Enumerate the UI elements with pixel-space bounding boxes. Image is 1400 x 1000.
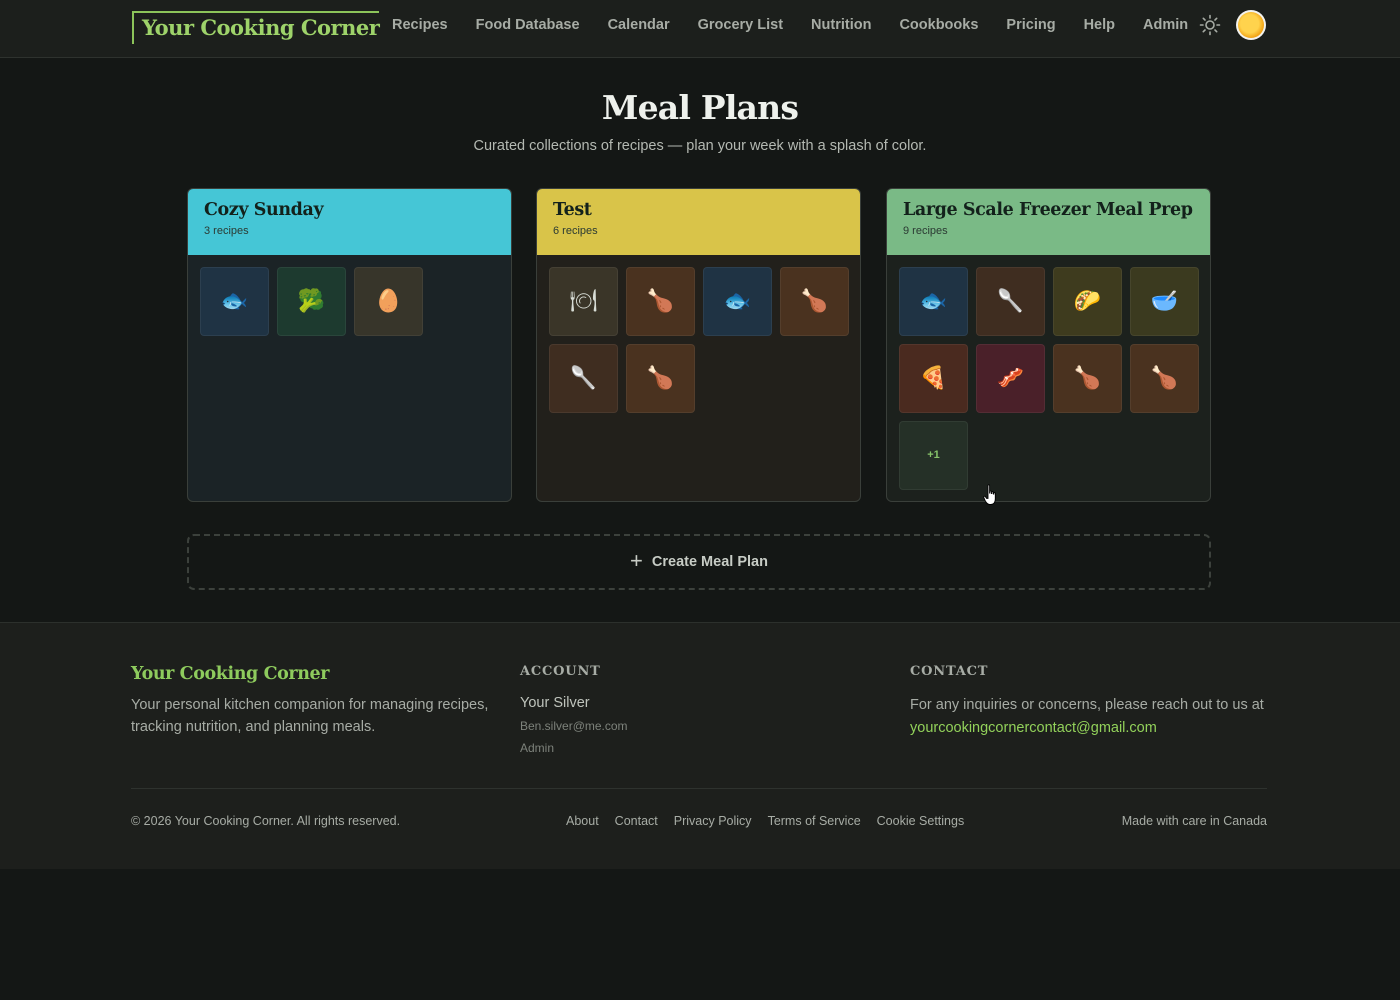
- meal-plan-title: Cozy Sunday: [204, 200, 324, 220]
- meal-plan-title: Large Scale Freezer Meal Prep: [903, 200, 1193, 220]
- fish-icon[interactable]: 🐟: [899, 267, 968, 336]
- page-title: Meal Plans: [601, 88, 799, 127]
- more-recipes-badge[interactable]: +1: [899, 421, 968, 490]
- footer-links: About Contact Privacy Policy Terms of Se…: [566, 814, 980, 828]
- meal-plan-recipe-count: 9 recipes: [903, 225, 948, 237]
- spoon-icon[interactable]: 🥄: [976, 267, 1045, 336]
- drumstick-icon[interactable]: 🍗: [780, 267, 849, 336]
- meal-plan-recipe-grid: 🐟 🥄 🌮 🥣 🍕 🥓 🍗 🍗 +1: [887, 255, 1210, 501]
- plus-icon: +: [630, 547, 643, 573]
- broccoli-icon[interactable]: 🥦: [277, 267, 346, 336]
- site-logo[interactable]: Your Cooking Corner: [132, 11, 380, 44]
- nav-pricing[interactable]: Pricing: [1006, 17, 1055, 33]
- meal-plan-card[interactable]: Cozy Sunday 3 recipes 🐟 🥦 🥚: [187, 188, 512, 502]
- nav-calendar[interactable]: Calendar: [608, 17, 670, 33]
- footer-made-with: Made with care in Canada: [1121, 814, 1267, 828]
- footer: Your Cooking Corner Your personal kitche…: [0, 622, 1400, 869]
- hand-cursor-icon: [983, 484, 996, 505]
- taco-icon[interactable]: 🌮: [1053, 267, 1122, 336]
- plate-icon[interactable]: 🍽: [549, 267, 618, 336]
- footer-link-contact[interactable]: Contact: [615, 814, 658, 828]
- meal-plan-recipe-grid: 🍽 🍗 🐟 🍗 🥄 🍗: [537, 255, 860, 501]
- egg-icon[interactable]: 🥚: [354, 267, 423, 336]
- nav-help[interactable]: Help: [1084, 17, 1115, 33]
- footer-description: Your personal kitchen companion for mana…: [131, 697, 489, 735]
- theme-toggle-button[interactable]: [1199, 14, 1221, 36]
- footer-account-name: Your Silver: [520, 695, 590, 711]
- meal-plan-card[interactable]: Large Scale Freezer Meal Prep 9 recipes 🐟 🥄…: [886, 188, 1211, 502]
- sun-icon: [1199, 14, 1221, 36]
- create-meal-plan-button[interactable]: + Create Meal Plan: [187, 534, 1211, 590]
- footer-contact-text: For any inquiries or concerns, please re…: [910, 697, 1264, 713]
- drumstick-icon[interactable]: 🍗: [1053, 344, 1122, 413]
- meal-plan-card-header: Large Scale Freezer Meal Prep 9 recipes: [887, 189, 1210, 255]
- user-avatar[interactable]: [1236, 10, 1266, 40]
- main-nav: Recipes Food Database Calendar Grocery L…: [392, 17, 1216, 33]
- top-navigation-bar: Your Cooking Corner Recipes Food Databas…: [0, 0, 1400, 58]
- avatar-image: [1238, 12, 1264, 38]
- footer-contact: For any inquiries or concerns, please re…: [910, 694, 1280, 740]
- mixing-bowl-icon[interactable]: 🥣: [1130, 267, 1199, 336]
- nav-recipes[interactable]: Recipes: [392, 17, 448, 33]
- pizza-icon[interactable]: 🍕: [899, 344, 968, 413]
- footer-copyright: © 2026 Your Cooking Corner. All rights r…: [131, 814, 401, 828]
- footer-link-terms-of-service[interactable]: Terms of Service: [768, 814, 861, 828]
- drumstick-icon[interactable]: 🍗: [1130, 344, 1199, 413]
- footer-brand: Your Cooking Corner: [131, 664, 330, 684]
- meal-plan-title: Test: [553, 200, 592, 220]
- footer-account-role: Admin: [520, 741, 555, 755]
- fish-icon[interactable]: 🐟: [703, 267, 772, 336]
- nav-cookbooks[interactable]: Cookbooks: [899, 17, 978, 33]
- footer-link-privacy-policy[interactable]: Privacy Policy: [674, 814, 752, 828]
- footer-contact-email-link[interactable]: yourcookingcornercontact@gmail.com: [910, 717, 1280, 740]
- drumstick-icon[interactable]: 🍗: [626, 344, 695, 413]
- meal-plan-recipe-count: 3 recipes: [204, 225, 249, 237]
- meal-plan-recipe-grid: 🐟 🥦 🥚: [188, 255, 511, 501]
- nav-admin[interactable]: Admin: [1143, 17, 1188, 33]
- fish-icon[interactable]: 🐟: [200, 267, 269, 336]
- footer-account-heading: ACCOUNT: [520, 664, 601, 679]
- footer-link-about[interactable]: About: [566, 814, 599, 828]
- page-subtitle: Curated collections of recipes — plan yo…: [473, 138, 927, 154]
- meal-plan-card-header: Cozy Sunday 3 recipes: [188, 189, 511, 255]
- bacon-icon[interactable]: 🥓: [976, 344, 1045, 413]
- create-meal-plan-label: Create Meal Plan: [651, 554, 768, 570]
- nav-food-database[interactable]: Food Database: [476, 17, 580, 33]
- footer-contact-heading: CONTACT: [910, 664, 989, 679]
- footer-account-email: Ben.silver@me.com: [520, 719, 628, 733]
- meal-plan-recipe-count: 6 recipes: [553, 225, 598, 237]
- footer-link-cookie-settings[interactable]: Cookie Settings: [877, 814, 965, 828]
- footer-divider: [131, 788, 1267, 789]
- meal-plan-card-header: Test 6 recipes: [537, 189, 860, 255]
- spoon-icon[interactable]: 🥄: [549, 344, 618, 413]
- drumstick-icon[interactable]: 🍗: [626, 267, 695, 336]
- nav-nutrition[interactable]: Nutrition: [811, 17, 871, 33]
- nav-grocery-list[interactable]: Grocery List: [698, 17, 783, 33]
- meal-plan-card[interactable]: Test 6 recipes 🍽 🍗 🐟 🍗 🥄 🍗: [536, 188, 861, 502]
